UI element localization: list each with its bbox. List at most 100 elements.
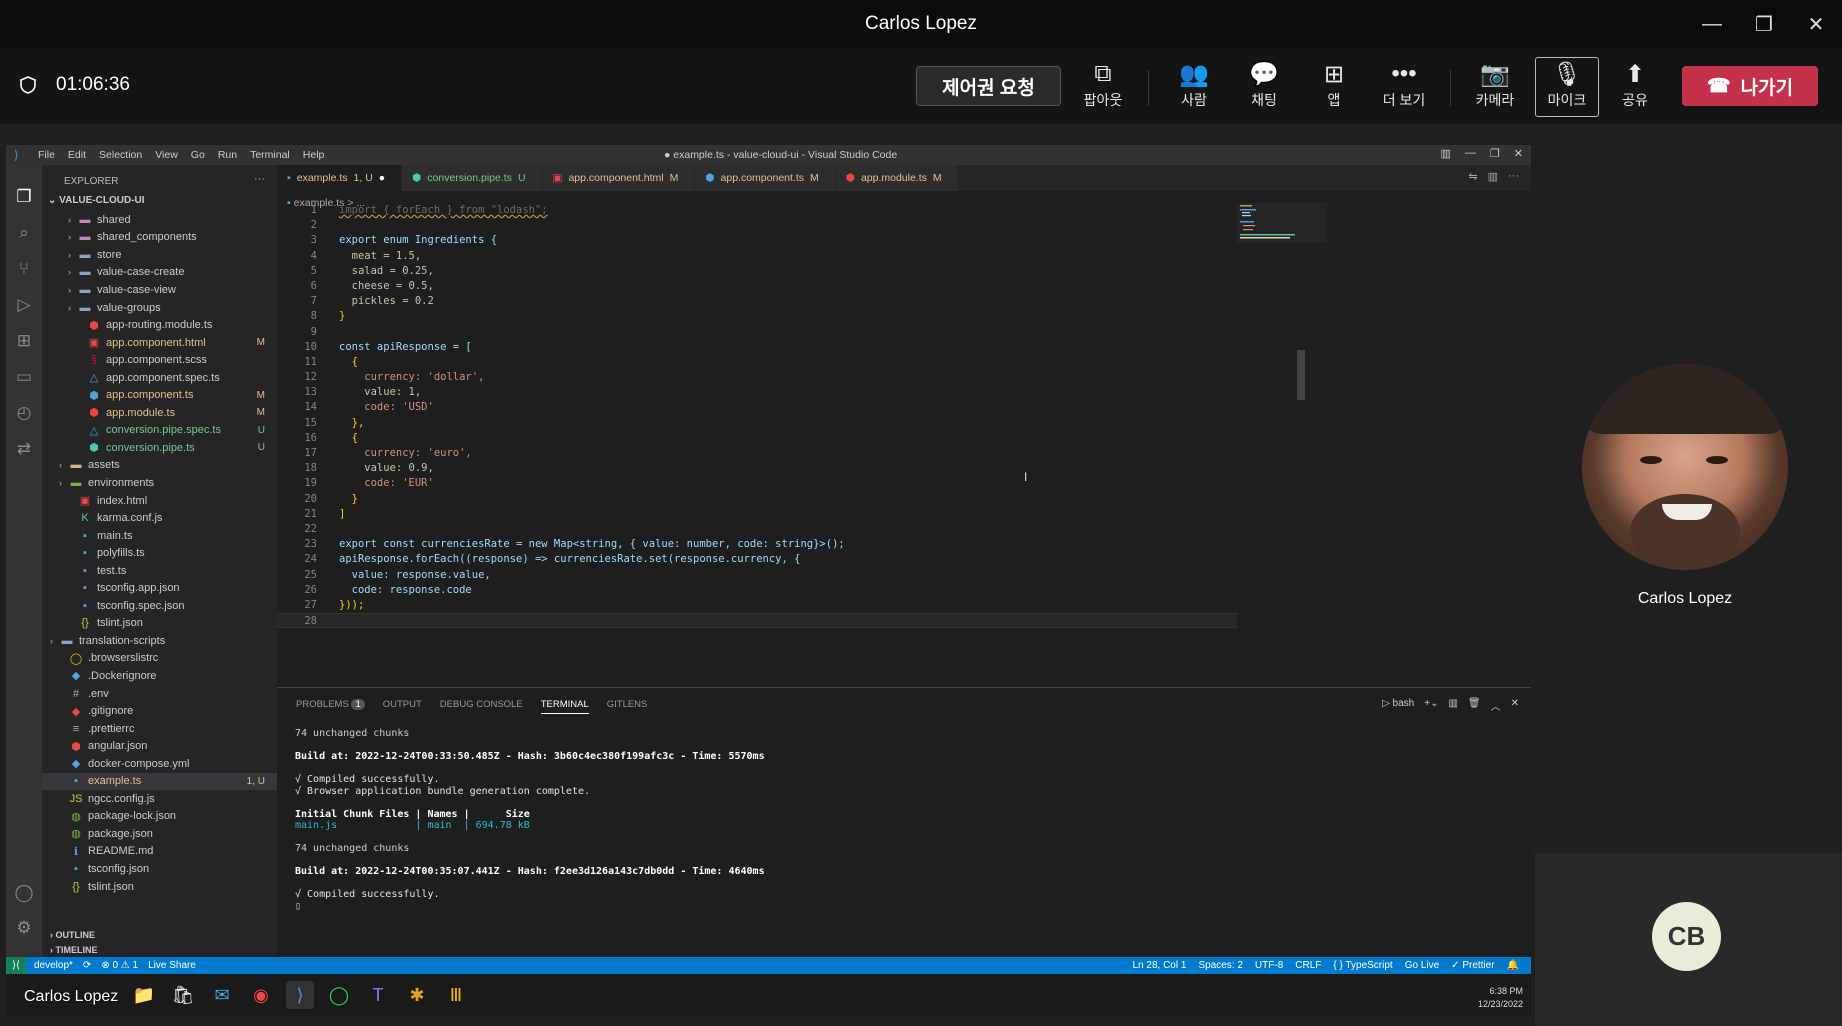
camera-button[interactable]: 📷 카메라	[1463, 58, 1527, 116]
file-item[interactable]: ▣ index.html	[42, 492, 277, 510]
status-item[interactable]: { } TypeScript	[1333, 960, 1392, 971]
file-item[interactable]: ⬢ angular.json	[42, 737, 277, 755]
file-item[interactable]: ◍ package-lock.json	[42, 808, 277, 826]
file-item[interactable]: {} tslint.json	[42, 615, 277, 633]
folder-item[interactable]: › ▬ shared	[42, 211, 277, 229]
split-terminal-icon[interactable]: ▥	[1448, 698, 1457, 713]
more-icon[interactable]: ···	[1508, 170, 1519, 183]
terminal-shell-selector[interactable]: ▷ bash	[1382, 698, 1414, 713]
file-item[interactable]: § app.component.scss	[42, 351, 277, 369]
folder-item[interactable]: › ▬ store	[42, 246, 277, 264]
menu-item-view[interactable]: View	[155, 149, 178, 161]
file-item[interactable]: △ app.component.spec.ts	[42, 369, 277, 387]
live-share-icon[interactable]: ⇄	[6, 431, 42, 467]
folder-item[interactable]: › ▬ shared_components	[42, 229, 277, 247]
status-item[interactable]: UTF-8	[1255, 960, 1283, 971]
run-debug-icon[interactable]: ▷	[6, 287, 42, 323]
folder-item[interactable]: › ▬ value-case-create	[42, 264, 277, 282]
more-actions-icon[interactable]: ···	[254, 173, 265, 185]
close-icon[interactable]: ✕	[1514, 147, 1523, 160]
file-item[interactable]: ◆ docker-compose.yml	[42, 755, 277, 773]
remote-icon[interactable]: ⟩⟨	[6, 957, 26, 974]
status-item[interactable]: CRLF	[1295, 960, 1321, 971]
leave-button[interactable]: ☎ 나가기	[1682, 66, 1818, 106]
file-item[interactable]: ▪ example.ts 1, U	[42, 772, 277, 791]
compare-icon[interactable]: ⇋	[1468, 170, 1477, 183]
people-button[interactable]: 👥 사람	[1162, 58, 1226, 116]
file-item[interactable]: ⬢ app.component.ts M	[42, 386, 277, 404]
workspace-root[interactable]: ⌄ VALUE-CLOUD-UI	[48, 195, 145, 206]
menu-item-help[interactable]: Help	[303, 149, 325, 161]
tab-gitlens[interactable]: GITLENS	[607, 699, 648, 714]
close-icon[interactable]: ✕	[1790, 0, 1842, 48]
settings-gear-icon[interactable]: ⚙	[6, 910, 42, 946]
request-control-button[interactable]: 제어권 요청	[916, 66, 1061, 106]
editor-tab[interactable]: ▣ app.component.html M	[542, 165, 696, 191]
editor-scrollbar[interactable]	[1297, 350, 1305, 400]
status-item[interactable]: Ln 28, Col 1	[1133, 960, 1187, 971]
remote-explorer-icon[interactable]: ▭	[6, 359, 42, 395]
file-item[interactable]: △ conversion.pipe.spec.ts U	[42, 422, 277, 440]
editor-tab[interactable]: ⬢ conversion.pipe.ts U	[402, 165, 543, 191]
whatsapp-icon[interactable]: ◯	[325, 981, 353, 1009]
folder-item[interactable]: › ▬ environments	[42, 474, 277, 492]
file-item[interactable]: ▪ tsconfig.spec.json	[42, 597, 277, 615]
minimap[interactable]	[1237, 203, 1327, 243]
editor-tab[interactable]: ▪ example.ts 1, U ●	[277, 165, 403, 191]
folder-item[interactable]: › ▬ assets	[42, 457, 277, 475]
mail-icon[interactable]: ✉	[208, 981, 236, 1009]
restore-icon[interactable]: ❐	[1490, 147, 1500, 160]
more-button[interactable]: ••• 더 보기	[1372, 58, 1436, 116]
tab-output[interactable]: OUTPUT	[383, 699, 422, 714]
menu-item-selection[interactable]: Selection	[99, 149, 142, 161]
account-icon[interactable]: ◯	[6, 875, 42, 911]
editor-tab[interactable]: ⬢ app.module.ts M	[835, 165, 959, 191]
extensions-icon[interactable]: ⊞	[6, 323, 42, 359]
share-button[interactable]: ⬆ 공유	[1603, 58, 1667, 116]
file-item[interactable]: Kkarma.conf.js	[42, 509, 277, 527]
status-item[interactable]: ⊗ 0 ⚠ 1	[101, 960, 138, 971]
file-item[interactable]: ▣ app.component.html M	[42, 334, 277, 352]
file-item[interactable]: ⬢ app.module.ts M	[42, 404, 277, 422]
minimize-icon[interactable]: —	[1686, 0, 1738, 48]
tab-debug-console[interactable]: DEBUG CONSOLE	[440, 699, 523, 714]
minimize-icon[interactable]: —	[1465, 147, 1476, 160]
menu-item-run[interactable]: Run	[218, 149, 237, 161]
store-icon[interactable]: 🛍	[169, 981, 197, 1009]
file-item[interactable]: ⬢ app-routing.module.ts	[42, 316, 277, 334]
tab-problems[interactable]: PROBLEMS 1	[296, 699, 365, 714]
gitlens-icon[interactable]: ◴	[6, 395, 42, 431]
editor-tab[interactable]: ⬢ app.component.ts M	[695, 165, 836, 191]
mic-button[interactable]: 🎙 마이크	[1535, 57, 1599, 117]
terminal-output[interactable]: 74 unchanged chunks Build at: 2022-12-24T…	[295, 728, 765, 912]
file-item[interactable]: # .env	[42, 685, 277, 703]
source-control-icon[interactable]: ⑂	[6, 251, 42, 287]
tab-terminal[interactable]: TERMINAL	[540, 699, 589, 714]
status-item[interactable]: Go Live	[1405, 960, 1439, 971]
new-terminal-icon[interactable]: +⌄	[1424, 698, 1438, 713]
explorer-icon[interactable]: ❐	[6, 179, 42, 215]
popout-button[interactable]: ⧉ 팝아웃	[1071, 58, 1135, 116]
file-item[interactable]: ▪ tsconfig.app.json	[42, 579, 277, 597]
file-item[interactable]: ⬢ conversion.pipe.ts U	[42, 439, 277, 457]
slack-icon[interactable]: ✱	[403, 981, 431, 1009]
layout-icon[interactable]: ▥	[1441, 147, 1451, 160]
close-panel-icon[interactable]: ✕	[1511, 698, 1519, 713]
trash-icon[interactable]: 🗑	[1468, 698, 1481, 713]
file-item[interactable]: ▪ main.ts	[42, 527, 277, 545]
file-item[interactable]: ◆ .Dockerignore	[42, 667, 277, 685]
status-item[interactable]: ⟳	[83, 960, 91, 971]
outline-section[interactable]: › OUTLINE	[50, 930, 95, 940]
menu-item-terminal[interactable]: Terminal	[250, 149, 290, 161]
restore-icon[interactable]: ❐	[1738, 0, 1790, 48]
file-item[interactable]: ≡ .prettierrc	[42, 720, 277, 738]
maximize-panel-icon[interactable]: ︿	[1491, 698, 1501, 713]
menu-item-go[interactable]: Go	[191, 149, 205, 161]
status-item[interactable]: Live Share	[148, 960, 196, 971]
status-item[interactable]: Spaces: 2	[1198, 960, 1242, 971]
search-icon[interactable]: ⌕	[6, 215, 42, 251]
status-item[interactable]: develop*	[34, 960, 73, 971]
file-item[interactable]: ◆ .gitignore	[42, 702, 277, 720]
menu-item-edit[interactable]: Edit	[68, 149, 86, 161]
file-explorer-icon[interactable]: 📁	[130, 981, 158, 1009]
